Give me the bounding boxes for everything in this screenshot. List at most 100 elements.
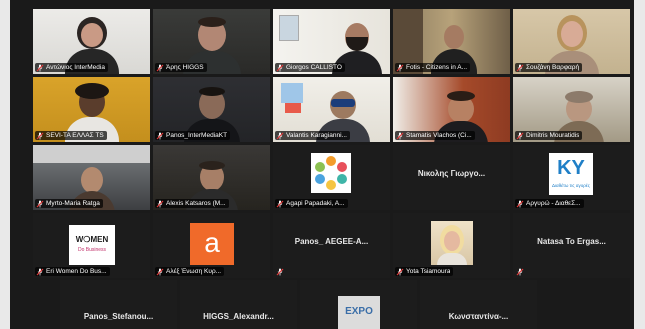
- participant-name: Dimitris Mouratidis: [526, 132, 580, 139]
- colorful-dots-logo-icon: [315, 156, 347, 190]
- participant-tile[interactable]: W❍MEN Do Business Eri Women Do Bus...: [33, 213, 150, 278]
- muted-mic-icon: [396, 64, 404, 72]
- participant-tile[interactable]: Agapi Papadaki, A...: [273, 145, 390, 210]
- participant-tile[interactable]: Myrto-Maria Ratga: [33, 145, 150, 210]
- participant-name-label: Σουζάνη Βαρφαρή: [515, 63, 583, 72]
- participant-tile[interactable]: Κωνσταντίνα-...: [420, 280, 537, 329]
- participant-tile[interactable]: a Αλέξ Ένωση Κυρ...: [153, 213, 270, 278]
- participant-tile[interactable]: Valantis Karagianni...: [273, 77, 390, 142]
- gallery-row-1: Αντώνιος InterMedia Άρης HIGGS Giorgos C…: [33, 9, 633, 74]
- participant-name: SEVI-TA ΕΛΛΑΣ TS: [46, 132, 104, 139]
- participant-name: Eri Women Do Bus...: [46, 268, 107, 275]
- participant-tile[interactable]: Νικολης Γιωργο...: [393, 145, 510, 210]
- participant-display-name: Panos_ AEGEE-A...: [294, 237, 369, 246]
- muted-mic-icon: [396, 132, 404, 140]
- participant-tile[interactable]: Panos_Stefanou...: [60, 280, 177, 329]
- muted-mic-icon: [36, 200, 44, 208]
- women-logo-line2: Do Business: [77, 247, 107, 253]
- participant-name: Αλέξ Ένωση Κυρ...: [166, 268, 222, 275]
- participant-tile[interactable]: EXPO: [300, 280, 417, 329]
- participant-name-label: Giorgos CALLISTO: [275, 63, 345, 72]
- profile-logo: [311, 153, 351, 193]
- muted-mic-icon: [516, 268, 524, 276]
- participant-name: Άρης HIGGS: [166, 64, 204, 71]
- participant-tile[interactable]: Giorgos CALLISTO: [273, 9, 390, 74]
- participant-tile[interactable]: Stamatis Vlachos (Ci...: [393, 77, 510, 142]
- participant-tile[interactable]: SEVI-TA ΕΛΛΑΣ TS: [33, 77, 150, 142]
- participant-name: Αντώνιος InterMedia: [46, 64, 105, 71]
- profile-logo: ΚΥ Διαθέτω τις αγορές: [549, 153, 593, 195]
- participant-name-label: Stamatis Vlachos (Ci...: [395, 131, 475, 140]
- participant-display-name: Natasa To Ergas...: [537, 237, 606, 246]
- muted-mic-icon: [276, 268, 284, 276]
- profile-photo: [431, 221, 473, 265]
- participant-name-label: Alexis Katsaros (M...: [155, 199, 229, 208]
- participant-name: Stamatis Vlachos (Ci...: [406, 132, 472, 139]
- participant-name-label: Αργυρώ - ΔιαθεΣ...: [515, 199, 584, 208]
- women-logo-line1: W❍MEN: [75, 235, 109, 244]
- participant-mute-indicator: [515, 267, 529, 276]
- participant-tile[interactable]: Yota Tsiamoura: [393, 213, 510, 278]
- expo-logo-text: EXPO: [345, 306, 373, 317]
- participant-tile-active-speaker[interactable]: Panos_InterMediaKT: [153, 77, 270, 142]
- muted-mic-icon: [156, 132, 164, 140]
- muted-mic-icon: [156, 200, 164, 208]
- window-edge-left: [0, 0, 10, 329]
- participant-name-label: Fotis - Citizens in A...: [395, 63, 471, 72]
- participant-name-label: Dimitris Mouratidis: [515, 131, 583, 140]
- participant-name: Fotis - Citizens in A...: [406, 64, 468, 71]
- participant-name-label: Valantis Karagianni...: [275, 131, 350, 140]
- muted-mic-icon: [516, 64, 524, 72]
- participant-display-name: Κωνσταντίνα-...: [448, 312, 509, 321]
- participant-tile[interactable]: Natasa To Ergas...: [513, 213, 630, 278]
- participant-tile[interactable]: Panos_ AEGEE-A...: [273, 213, 390, 278]
- participant-name-label: Panos_InterMediaKT: [155, 131, 231, 140]
- gallery-row-3: Myrto-Maria Ratga Alexis Katsaros (M...: [33, 145, 633, 210]
- muted-mic-icon: [36, 64, 44, 72]
- participant-name-label: Myrto-Maria Ratga: [35, 199, 103, 208]
- participant-tile[interactable]: Αντώνιος InterMedia: [33, 9, 150, 74]
- participant-name: Valantis Karagianni...: [286, 132, 347, 139]
- participant-tile[interactable]: Άρης HIGGS: [153, 9, 270, 74]
- participant-name: Yota Tsiamoura: [406, 268, 451, 275]
- muted-mic-icon: [36, 132, 44, 140]
- gallery-row-2: SEVI-TA ΕΛΛΑΣ TS Panos_InterMediaKT Vala…: [33, 77, 633, 142]
- participant-name-label: Eri Women Do Bus...: [35, 267, 110, 276]
- ky-logo-text: ΚΥ: [557, 157, 585, 179]
- a-logo-letter: a: [204, 227, 220, 258]
- gallery-row-4: W❍MEN Do Business Eri Women Do Bus... a …: [33, 213, 633, 278]
- participant-name: Panos_InterMediaKT: [166, 132, 228, 139]
- participant-name-label: Agapi Papadaki, A...: [275, 199, 348, 208]
- participant-tile[interactable]: Alexis Katsaros (M...: [153, 145, 270, 210]
- muted-mic-icon: [396, 268, 404, 276]
- muted-mic-icon: [156, 268, 164, 276]
- gallery-row-5: Panos_Stefanou... HIGGS_Alexandr... EXPO…: [60, 280, 540, 329]
- ky-logo-caption: Διαθέτω τις αγορές: [552, 183, 590, 188]
- participant-tile[interactable]: Σουζάνη Βαρφαρή: [513, 9, 630, 74]
- participant-name-label: Yota Tsiamoura: [395, 267, 454, 276]
- participant-display-name: Panos_Stefanou...: [83, 312, 154, 321]
- participant-tile[interactable]: Dimitris Mouratidis: [513, 77, 630, 142]
- participant-tile[interactable]: ΚΥ Διαθέτω τις αγορές Αργυρώ - ΔιαθεΣ...: [513, 145, 630, 210]
- muted-mic-icon: [276, 132, 284, 140]
- participant-name: Myrto-Maria Ratga: [46, 200, 100, 207]
- participant-name: Αργυρώ - ΔιαθεΣ...: [526, 200, 581, 207]
- participant-display-name: HIGGS_Alexandr...: [203, 312, 274, 321]
- window-edge-right: [634, 0, 645, 329]
- participant-tile[interactable]: Fotis - Citizens in A...: [393, 9, 510, 74]
- participant-name-label: Άρης HIGGS: [155, 63, 207, 72]
- muted-mic-icon: [36, 268, 44, 276]
- participant-name: Agapi Papadaki, A...: [286, 200, 345, 207]
- profile-logo: W❍MEN Do Business: [69, 225, 115, 265]
- participant-name: Σουζάνη Βαρφαρή: [526, 64, 580, 71]
- muted-mic-icon: [276, 64, 284, 72]
- participant-tile[interactable]: HIGGS_Alexandr...: [180, 280, 297, 329]
- participant-name: Giorgos CALLISTO: [286, 64, 342, 71]
- muted-mic-icon: [276, 200, 284, 208]
- muted-mic-icon: [516, 132, 524, 140]
- participant-name-label: SEVI-TA ΕΛΛΑΣ TS: [35, 131, 107, 140]
- participant-mute-indicator: [275, 267, 289, 276]
- muted-mic-icon: [516, 200, 524, 208]
- profile-logo: EXPO: [338, 296, 380, 329]
- participant-name-label: Αλέξ Ένωση Κυρ...: [155, 267, 225, 276]
